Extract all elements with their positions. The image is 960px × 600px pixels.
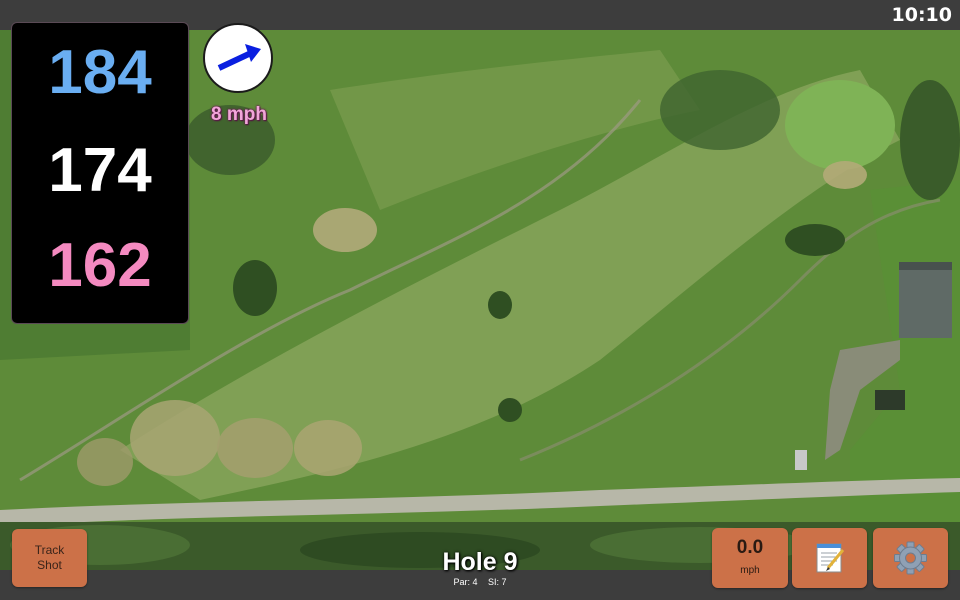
notes-button[interactable] [792,528,867,588]
settings-button[interactable] [873,528,948,588]
wind-speed-label: 8 mph [211,104,267,125]
hole-stroke-index: SI: 7 [488,577,507,587]
hole-title: Hole 9 [442,548,518,576]
track-shot-button[interactable]: Track Shot [12,529,87,587]
speed-unit: mph [740,565,760,576]
gear-icon [894,541,927,575]
front-yardage: 162 [48,231,152,300]
arrow-right-icon [217,44,261,71]
wind-direction-dial [203,23,273,93]
track-shot-label: Track Shot [34,543,65,572]
speed-value: 0.0 [736,537,764,558]
hole-par: Par: 4 [453,577,478,587]
middle-yardage: 174 [48,136,152,205]
speed-button[interactable]: 0.0 mph [712,528,788,588]
back-yardage: 184 [48,38,152,107]
golf-gps-screen: 10:10 184 174 162 8 mph Track Shot Hole … [0,0,960,600]
hole-info: Par: 4 SI: 7 [380,577,580,587]
status-time: 10:10 [891,4,952,26]
yardage-panel: 184 174 162 [12,23,188,323]
notepad-icon [816,543,845,573]
